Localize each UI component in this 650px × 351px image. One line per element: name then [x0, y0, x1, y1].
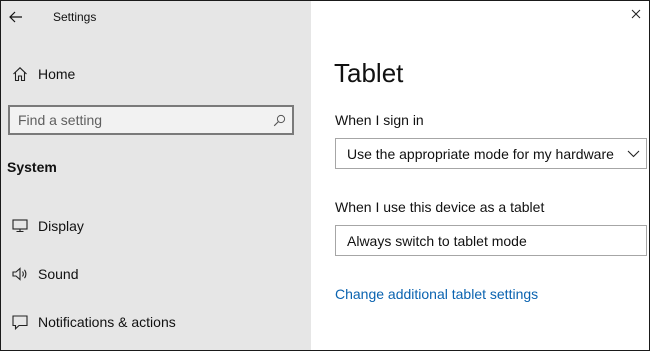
close-button[interactable] [627, 5, 645, 23]
sidebar-item-label: Notifications & actions [38, 314, 176, 330]
sign-in-label: When I sign in [335, 112, 424, 128]
page-title: Tablet [334, 58, 404, 88]
additional-tablet-settings-link[interactable]: Change additional tablet settings [335, 286, 538, 302]
title-bar: Settings [1, 1, 311, 35]
sidebar-item-label: Display [38, 218, 84, 234]
app-title: Settings [53, 10, 97, 24]
speaker-icon [1, 267, 38, 281]
home-icon [1, 66, 38, 82]
chevron-down-icon [620, 150, 646, 158]
back-arrow-icon [9, 11, 22, 23]
back-button[interactable] [5, 4, 27, 30]
main-content: Tablet When I sign in Use the appropriat… [311, 1, 649, 350]
search-field[interactable] [8, 105, 294, 135]
sidebar-item-display[interactable]: Display [1, 208, 311, 244]
sign-in-mode-value: Use the appropriate mode for my hardware [347, 145, 614, 162]
search-input[interactable] [10, 107, 266, 133]
sidebar-item-sound[interactable]: Sound [1, 256, 311, 292]
sign-in-mode-select[interactable]: Use the appropriate mode for my hardware [335, 138, 647, 169]
section-header: System [7, 159, 57, 175]
settings-window: Settings Home System [0, 0, 650, 351]
sidebar-item-notifications[interactable]: Notifications & actions [1, 304, 311, 340]
tablet-use-label: When I use this device as a tablet [335, 199, 545, 215]
search-icon[interactable] [266, 114, 292, 127]
tablet-mode-value: Always switch to tablet mode [347, 232, 527, 249]
message-icon [1, 314, 38, 330]
tablet-mode-select[interactable]: Always switch to tablet mode [335, 225, 647, 256]
close-icon [631, 9, 641, 19]
sidebar-item-label: Home [38, 66, 76, 82]
sidebar: Settings Home System [1, 1, 311, 350]
sidebar-item-label: Sound [38, 266, 79, 282]
sidebar-item-home[interactable]: Home [1, 56, 311, 92]
monitor-icon [1, 219, 38, 233]
